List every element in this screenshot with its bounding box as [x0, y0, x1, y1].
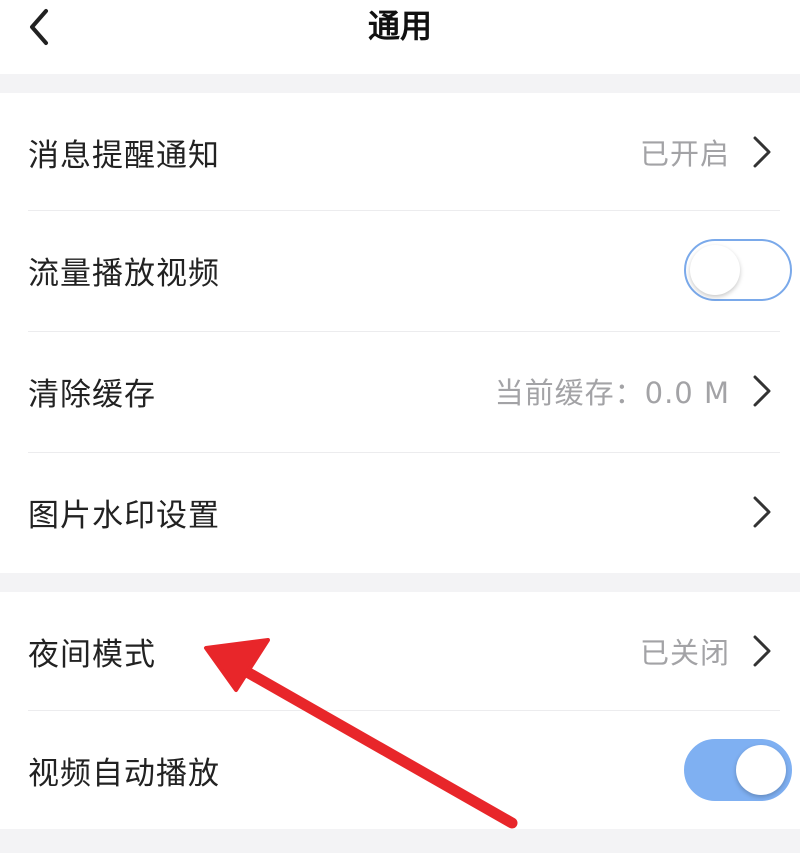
section-separator — [0, 573, 800, 592]
settings-row-night-mode[interactable]: 夜间模式 已关闭 — [0, 592, 800, 710]
header-bar: 通用 — [0, 0, 800, 74]
chevron-right-icon — [753, 635, 771, 667]
cache-size-value: 当前缓存：0.0 M — [494, 376, 730, 410]
row-label: 夜间模式 — [28, 636, 156, 673]
row-value: 已关闭 — [639, 636, 730, 670]
toggle-knob — [736, 745, 786, 795]
settings-row-clear-cache[interactable]: 清除缓存 当前缓存：0.0 M — [0, 332, 800, 450]
data-video-playback-toggle[interactable] — [684, 239, 792, 301]
chevron-right-icon — [753, 496, 771, 528]
row-label: 图片水印设置 — [28, 497, 220, 534]
page-title: 通用 — [367, 7, 432, 45]
row-label: 清除缓存 — [28, 376, 156, 413]
video-autoplay-toggle[interactable] — [684, 739, 792, 801]
section-separator — [0, 74, 800, 93]
settings-row-data-video-playback: 流量播放视频 — [0, 211, 800, 329]
settings-row-video-autoplay: 视频自动播放 — [0, 711, 800, 829]
settings-row-image-watermark[interactable]: 图片水印设置 — [0, 453, 800, 571]
row-value: 已开启 — [639, 137, 730, 171]
row-label: 视频自动播放 — [28, 755, 220, 792]
chevron-right-icon — [753, 375, 771, 407]
settings-row-message-notification[interactable]: 消息提醒通知 已开启 — [0, 93, 800, 211]
chevron-right-icon — [753, 136, 771, 168]
toggle-knob — [690, 245, 740, 295]
row-label: 消息提醒通知 — [28, 137, 220, 174]
section-separator — [0, 829, 800, 853]
row-label: 流量播放视频 — [28, 255, 220, 292]
